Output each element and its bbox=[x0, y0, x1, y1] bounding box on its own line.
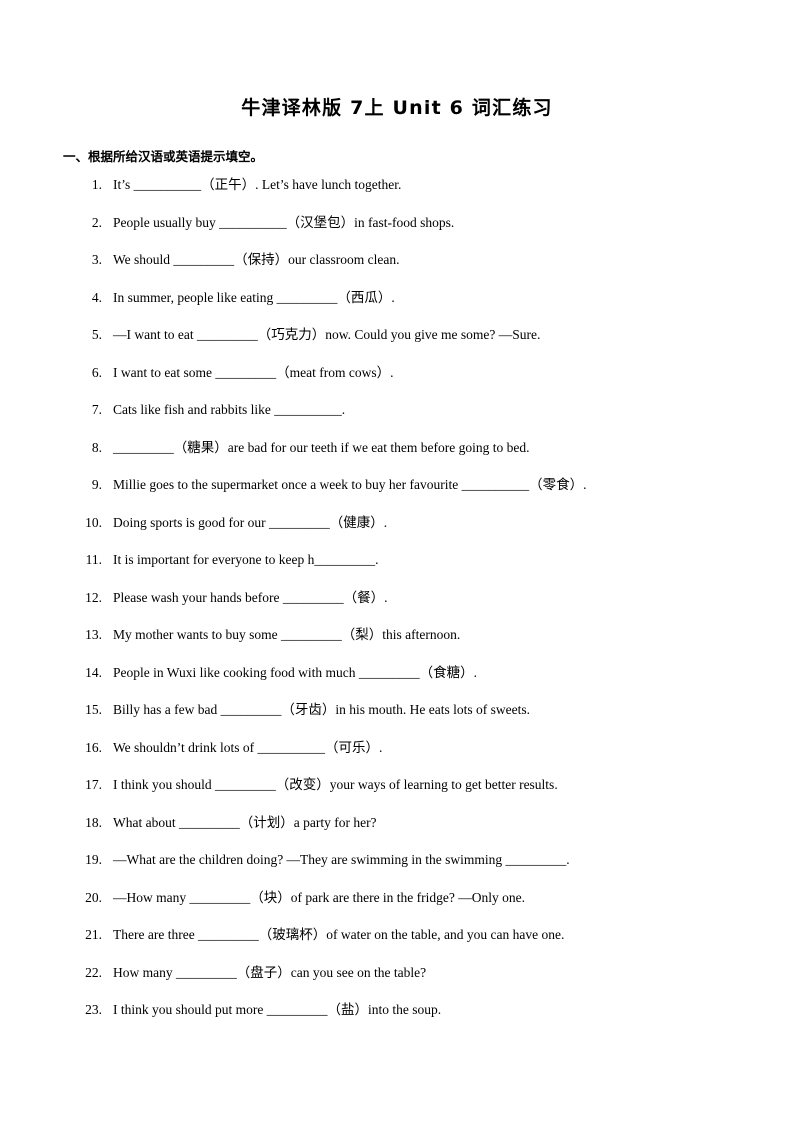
question-text: Billy has a few bad _________（牙齿）in his … bbox=[113, 702, 530, 717]
question-item: 22. How many _________（盘子）can you see on… bbox=[58, 964, 736, 1004]
question-text: —What are the children doing? —They are … bbox=[113, 852, 570, 867]
question-number: 17. bbox=[85, 777, 102, 792]
question-text: Cats like fish and rabbits like ________… bbox=[113, 402, 346, 417]
question-number: 18. bbox=[85, 814, 102, 830]
question-text: —I want to eat _________（巧克力）now. Could … bbox=[113, 327, 541, 342]
question-number: 16. bbox=[85, 739, 102, 755]
question-number: 5. bbox=[91, 327, 102, 342]
question-text: —How many _________（块）of park are there … bbox=[113, 889, 526, 905]
question-text: I want to eat some _________（meat from c… bbox=[113, 364, 394, 380]
question-number: 6. bbox=[91, 364, 102, 380]
question-number: 19. bbox=[85, 852, 102, 867]
question-text: Millie goes to the supermarket once a we… bbox=[113, 477, 587, 492]
question-item: 12. Please wash your hands before ______… bbox=[58, 589, 736, 629]
question-number: 4. bbox=[91, 289, 102, 305]
question-list: 1. It’s __________（正午）. Let’s have lunch… bbox=[58, 165, 736, 1041]
question-number: 1. bbox=[91, 177, 102, 192]
question-text: We should _________（保持）our classroom cle… bbox=[113, 252, 400, 267]
question-item: 11. It is important for everyone to keep… bbox=[58, 552, 736, 591]
section-header-one: 一、根据所给汉语或英语提示填空。 bbox=[63, 148, 264, 164]
document-page: 牛津译林版 7上 Unit 6 词汇练习 一、根据所给汉语或英语提示填空。 1.… bbox=[0, 0, 794, 1123]
question-number: 23. bbox=[85, 1002, 102, 1017]
question-item: 6. I want to eat some _________（meat fro… bbox=[58, 364, 736, 404]
question-text: It’s __________（正午）. Let’s have lunch to… bbox=[113, 177, 402, 192]
question-item: 5. —I want to eat _________（巧克力）now. Cou… bbox=[58, 327, 736, 366]
question-item: 10. Doing sports is good for our _______… bbox=[58, 514, 736, 554]
question-item: 8. _________（糖果）are bad for our teeth if… bbox=[58, 439, 736, 479]
question-item: 17. I think you should _________（改变）your… bbox=[58, 777, 736, 816]
question-text: In summer, people like eating _________（… bbox=[113, 289, 395, 305]
question-item: 13. My mother wants to buy some ________… bbox=[58, 627, 736, 666]
question-text: I think you should put more _________（盐）… bbox=[113, 1002, 442, 1017]
question-item: 9. Millie goes to the supermarket once a… bbox=[58, 477, 736, 516]
question-number: 11. bbox=[85, 552, 102, 567]
question-item: 2. People usually buy __________（汉堡包）in … bbox=[58, 214, 736, 254]
question-item: 16. We shouldn’t drink lots of _________… bbox=[58, 739, 736, 779]
page-title: 牛津译林版 7上 Unit 6 词汇练习 bbox=[241, 97, 553, 119]
question-text: _________（糖果）are bad for our teeth if we… bbox=[113, 439, 530, 455]
question-text: What about _________（计划）a party for her? bbox=[113, 814, 377, 830]
question-item: 14. People in Wuxi like cooking food wit… bbox=[58, 664, 736, 704]
question-text: People usually buy __________（汉堡包）in fas… bbox=[113, 214, 455, 230]
question-number: 21. bbox=[85, 927, 102, 942]
question-number: 7. bbox=[91, 402, 102, 417]
question-number: 12. bbox=[85, 589, 102, 605]
question-item: 15. Billy has a few bad _________（牙齿）in … bbox=[58, 702, 736, 741]
question-item: 7. Cats like fish and rabbits like _____… bbox=[58, 402, 736, 441]
question-text: Please wash your hands before _________（… bbox=[113, 589, 388, 605]
question-number: 3. bbox=[91, 252, 102, 267]
question-item: 18. What about _________（计划）a party for … bbox=[58, 814, 736, 854]
question-number: 14. bbox=[85, 664, 102, 680]
question-text: We shouldn’t drink lots of __________（可乐… bbox=[113, 739, 383, 755]
question-item: 20. —How many _________（块）of park are th… bbox=[58, 889, 736, 929]
question-number: 9. bbox=[91, 477, 102, 492]
question-number: 10. bbox=[85, 514, 102, 530]
question-number: 22. bbox=[85, 964, 102, 980]
question-number: 15. bbox=[85, 702, 102, 717]
question-text: It is important for everyone to keep h__… bbox=[113, 552, 379, 567]
question-item: 19. —What are the children doing? —They … bbox=[58, 852, 736, 891]
question-item: 3. We should _________（保持）our classroom … bbox=[58, 252, 736, 291]
question-item: 21. There are three _________（玻璃杯）of wat… bbox=[58, 927, 736, 966]
question-text: People in Wuxi like cooking food with mu… bbox=[113, 664, 478, 680]
question-item: 4. In summer, people like eating _______… bbox=[58, 289, 736, 329]
question-text: There are three _________（玻璃杯）of water o… bbox=[113, 927, 565, 942]
question-item: 23. I think you should put more ________… bbox=[58, 1002, 736, 1041]
question-number: 8. bbox=[91, 439, 102, 455]
question-text: My mother wants to buy some _________（梨）… bbox=[113, 627, 461, 642]
question-number: 13. bbox=[85, 627, 102, 642]
question-number: 2. bbox=[91, 214, 102, 230]
question-text: How many _________（盘子）can you see on the… bbox=[113, 964, 427, 980]
question-text: I think you should _________（改变）your way… bbox=[113, 777, 558, 792]
question-text: Doing sports is good for our _________（健… bbox=[113, 514, 388, 530]
question-number: 20. bbox=[85, 889, 102, 905]
question-item: 1. It’s __________（正午）. Let’s have lunch… bbox=[58, 177, 736, 216]
